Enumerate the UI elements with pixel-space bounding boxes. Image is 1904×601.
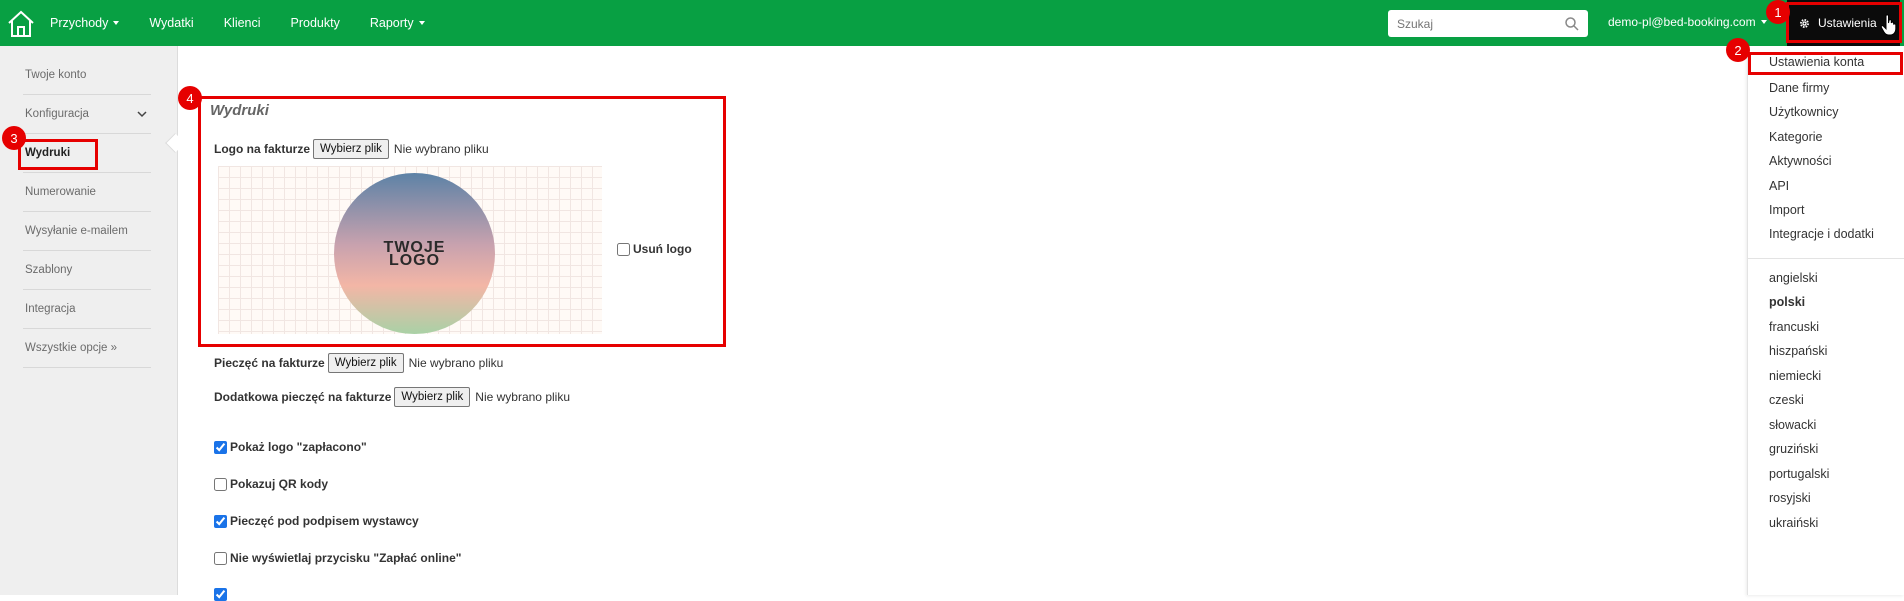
checkbox-row: Pokazuj QR kody	[214, 477, 328, 491]
nav-raporty[interactable]: Raporty	[370, 16, 425, 30]
annotation-marker-1: 1	[1766, 0, 1790, 24]
menu-item-kategorie[interactable]: Kategorie	[1769, 130, 1823, 144]
language-hiszpanski[interactable]: hiszpański	[1769, 344, 1827, 358]
language-francuski[interactable]: francuski	[1769, 320, 1819, 334]
chevron-down-icon	[1760, 20, 1767, 24]
highlight-sidebar-wydruki	[18, 139, 98, 170]
extra-stamp-label: Dodatkowa pieczęć na fakturze	[214, 390, 392, 404]
extra-stamp-upload-row: Dodatkowa pieczęć na fakturze Wybierz pl…	[214, 387, 570, 407]
language-polski[interactable]: polski	[1769, 295, 1805, 309]
top-navbar: Przychody Wydatki Klienci Produkty Rapor…	[0, 0, 1904, 46]
language-rosyjski[interactable]: rosyjski	[1769, 491, 1811, 505]
user-menu[interactable]: demo-pl@bed-booking.com	[1608, 15, 1767, 29]
paid-logo-checkbox[interactable]	[214, 440, 227, 454]
sidebar-item-label: Integracja	[25, 303, 76, 315]
sidebar-item-konfiguracja[interactable]: Konfiguracja	[23, 95, 151, 134]
checkbox-row: Pokaż logo "zapłacono"	[214, 440, 367, 454]
sidebar-item-label: Wszystkie opcje »	[25, 342, 118, 354]
nav-produkty-label: Produkty	[290, 16, 340, 30]
stamp-upload-row: Pieczęć na fakturze Wybierz plik Nie wyb…	[214, 353, 503, 373]
language-niemiecki[interactable]: niemiecki	[1769, 369, 1821, 383]
checkbox-row: Pieczęć pod podpisem wystawcy	[214, 514, 419, 528]
highlight-account-settings	[1748, 52, 1903, 75]
annotation-marker-4: 4	[178, 86, 202, 110]
settings-dropdown: Ustawienia konta Dane firmy Użytkownicy …	[1747, 46, 1904, 595]
search-icon[interactable]	[1564, 16, 1580, 32]
sidebar-item-label: Wysyłanie e-mailem	[25, 225, 128, 237]
stamp-under-signature-checkbox[interactable]	[214, 514, 227, 528]
qr-codes-checkbox[interactable]	[214, 477, 227, 491]
hand-cursor-icon	[1880, 14, 1897, 36]
highlight-wydruki-section	[198, 96, 726, 347]
sidebar-item-szablony[interactable]: Szablony	[23, 251, 151, 290]
nav-raporty-label: Raporty	[369, 16, 414, 30]
menu-divider	[1748, 258, 1904, 259]
nav-klienci[interactable]: Klienci	[224, 16, 261, 30]
menu-item-api[interactable]: API	[1769, 179, 1789, 193]
main-nav: Przychody Wydatki Klienci Produkty Rapor…	[50, 0, 455, 46]
extra-stamp-choose-file-button[interactable]: Wybierz plik	[394, 387, 471, 407]
nav-przychody[interactable]: Przychody	[50, 16, 120, 30]
sidebar-item-twoje-konto[interactable]: Twoje konto	[23, 56, 151, 95]
chevron-down-icon	[418, 21, 425, 25]
hide-pay-online-label: Nie wyświetlaj przycisku "Zapłać online"	[230, 551, 462, 565]
menu-item-uzytkownicy[interactable]: Użytkownicy	[1769, 105, 1838, 119]
stamp-file-status: Nie wybrano pliku	[408, 356, 504, 370]
chevron-down-icon	[113, 21, 120, 25]
sidebar-item-integracja[interactable]: Integracja	[23, 290, 151, 329]
paid-logo-label: Pokaż logo "zapłacono"	[230, 440, 367, 454]
language-czeski[interactable]: czeski	[1769, 393, 1804, 407]
hide-pay-online-checkbox[interactable]	[214, 551, 227, 565]
stamp-choose-file-button[interactable]: Wybierz plik	[327, 353, 404, 373]
nav-wydatki[interactable]: Wydatki	[149, 16, 193, 30]
nav-klienci-label: Klienci	[223, 16, 261, 30]
extra-stamp-file-status: Nie wybrano pliku	[475, 390, 570, 404]
nav-produkty[interactable]: Produkty	[291, 16, 340, 30]
checkbox-row: Nie wyświetlaj przycisku "Zapłać online"	[214, 551, 461, 565]
language-slowacki[interactable]: słowacki	[1769, 418, 1816, 432]
sidebar-item-label: Numerowanie	[25, 186, 96, 198]
menu-item-aktywnosci[interactable]: Aktywności	[1769, 154, 1832, 168]
nav-przychody-label: Przychody	[50, 16, 109, 30]
language-gruzinski[interactable]: gruziński	[1769, 442, 1818, 456]
menu-item-dane-firmy[interactable]: Dane firmy	[1769, 81, 1829, 95]
sidebar-item-label: Konfiguracja	[25, 108, 89, 120]
sidebar-item-label: Szablony	[25, 264, 73, 276]
search-box	[1388, 10, 1588, 37]
nav-wydatki-label: Wydatki	[149, 16, 194, 30]
search-input[interactable]	[1388, 10, 1558, 37]
stamp-under-signature-label: Pieczęć pod podpisem wystawcy	[230, 514, 419, 528]
language-angielski[interactable]: angielski	[1769, 271, 1818, 285]
user-email: demo-pl@bed-booking.com	[1608, 15, 1756, 29]
sidebar-item-numerowanie[interactable]: Numerowanie	[23, 173, 151, 212]
menu-item-integracje[interactable]: Integracje i dodatki	[1769, 227, 1874, 241]
chevron-down-icon	[137, 111, 147, 118]
sidebar-item-wszystkie-opcje[interactable]: Wszystkie opcje »	[23, 329, 151, 368]
language-ukrainski[interactable]: ukraiński	[1769, 516, 1818, 530]
home-icon[interactable]	[5, 9, 37, 39]
language-portugalski[interactable]: portugalski	[1769, 467, 1829, 481]
annotation-marker-2: 2	[1726, 38, 1750, 62]
stamp-label: Pieczęć na fakturze	[214, 356, 325, 370]
qr-codes-label: Pokazuj QR kody	[230, 477, 329, 491]
sidebar-item-label: Twoje konto	[25, 69, 87, 81]
sidebar-item-wysylanie[interactable]: Wysyłanie e-mailem	[23, 212, 151, 251]
menu-item-import[interactable]: Import	[1769, 203, 1804, 217]
annotation-marker-3: 3	[2, 126, 26, 150]
sidebar: Twoje konto Konfiguracja Wydruki Numerow…	[0, 46, 178, 595]
